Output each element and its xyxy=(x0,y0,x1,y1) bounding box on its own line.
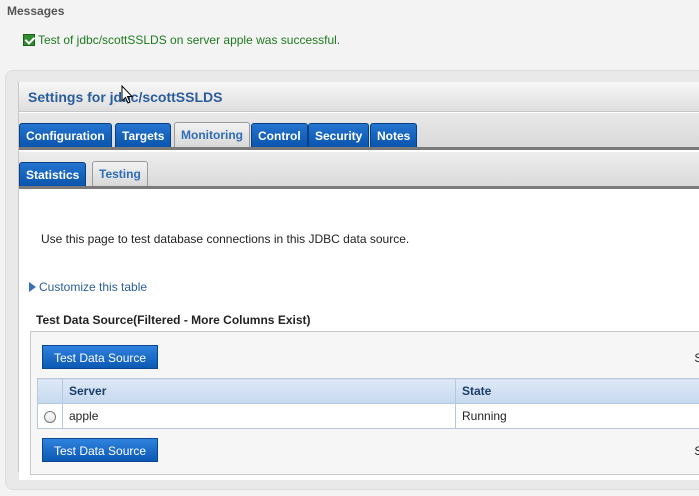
primary-tabbar: Configuration Targets Monitoring Control… xyxy=(19,113,699,150)
secondary-tabbar: Statistics Testing xyxy=(19,152,699,189)
tab-security[interactable]: Security xyxy=(308,123,370,147)
showing-text-top: Sh xyxy=(694,351,699,365)
success-message-text: Test of jdbc/scottSSLDS on server apple … xyxy=(38,33,341,47)
test-data-source-button-bottom[interactable]: Test Data Source xyxy=(42,438,159,462)
tab-configuration[interactable]: Configuration xyxy=(19,123,112,147)
state-cell: Running xyxy=(455,403,699,429)
messages-title: Messages xyxy=(7,4,65,18)
content-area: Use this page to test database connectio… xyxy=(19,190,699,480)
intro-text: Use this page to test database connectio… xyxy=(41,232,410,246)
customize-table-label: Customize this table xyxy=(39,280,148,294)
showing-text-bottom: Sh xyxy=(694,444,699,458)
tab-testing[interactable]: Testing xyxy=(92,161,148,186)
check-icon xyxy=(23,34,35,46)
tab-monitoring[interactable]: Monitoring xyxy=(174,122,250,147)
table-row: apple Running xyxy=(37,403,699,429)
test-data-source-button-top[interactable]: Test Data Source xyxy=(42,345,159,369)
row-select-cell xyxy=(37,403,63,429)
customize-table-link[interactable]: Customize this table xyxy=(29,280,147,294)
tab-control[interactable]: Control xyxy=(251,123,308,147)
select-column-header xyxy=(37,378,63,404)
mouse-cursor-icon xyxy=(121,85,133,104)
row-select-radio[interactable] xyxy=(44,410,56,423)
success-message: Test of jdbc/scottSSLDS on server apple … xyxy=(23,33,340,47)
server-table: Server State apple Running xyxy=(37,378,699,429)
column-header-server[interactable]: Server xyxy=(62,378,456,404)
settings-panel-inner: Settings for jdbc/scottSSLDS Configurati… xyxy=(18,82,699,480)
table-header-row: Server State xyxy=(37,378,699,404)
server-cell: apple xyxy=(62,403,456,429)
expand-triangle-icon xyxy=(29,282,36,292)
tab-notes[interactable]: Notes xyxy=(370,123,418,147)
column-header-state[interactable]: State xyxy=(455,378,699,404)
tab-targets[interactable]: Targets xyxy=(115,123,172,147)
settings-panel: Settings for jdbc/scottSSLDS Configurati… xyxy=(5,70,699,490)
test-datasource-table-box: Test Data Source Sh Server State xyxy=(30,331,699,475)
table-title: Test Data Source(Filtered - More Columns… xyxy=(36,313,311,327)
tab-statistics[interactable]: Statistics xyxy=(19,162,87,186)
